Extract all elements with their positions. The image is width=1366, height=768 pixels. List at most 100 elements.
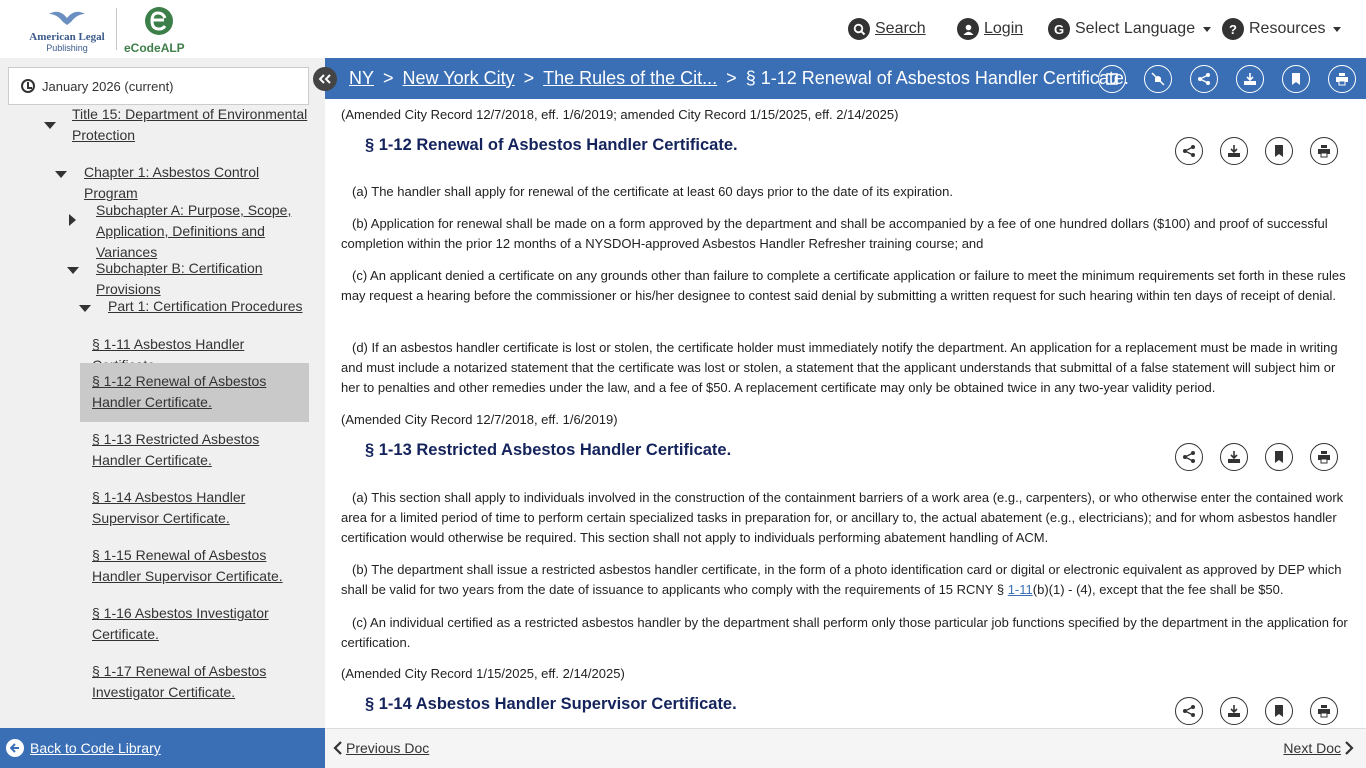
toc-item-1-15[interactable]: § 1-15 Renewal of Asbestos Handler Super… xyxy=(92,545,302,587)
section-print-button[interactable] xyxy=(1310,137,1338,165)
toc-item-label[interactable]: § 1-12 Renewal of Asbestos Handler Certi… xyxy=(92,373,266,410)
back-to-library-bar[interactable]: Back to Code Library xyxy=(0,728,325,768)
version-label: January 2026 (current) xyxy=(42,78,174,94)
search-label[interactable]: Search xyxy=(875,20,926,38)
chevron-down-icon xyxy=(1203,26,1212,32)
toc-item-label[interactable]: Subchapter A: Purpose, Scope, Applicatio… xyxy=(96,202,291,260)
expand-caret-icon[interactable] xyxy=(44,122,56,129)
notes-icon xyxy=(1106,73,1118,85)
section-bookmark-button[interactable] xyxy=(1265,137,1293,165)
mute-notifications-button[interactable] xyxy=(1144,65,1172,93)
share-icon xyxy=(1183,145,1195,157)
print-icon xyxy=(1318,451,1330,464)
section-print-button[interactable] xyxy=(1310,443,1338,471)
collapse-sidebar-button[interactable] xyxy=(313,67,337,91)
toc-item-1-12[interactable]: § 1-12 Renewal of Asbestos Handler Certi… xyxy=(92,371,302,413)
login-link[interactable]: Login xyxy=(957,14,1023,44)
toc-item-subchapter-a[interactable]: Subchapter A: Purpose, Scope, Applicatio… xyxy=(96,200,311,263)
help-icon: ? xyxy=(1222,18,1244,40)
section-toolbar xyxy=(1175,697,1355,725)
section-bookmark-button[interactable] xyxy=(1265,443,1293,471)
section-download-button[interactable] xyxy=(1220,443,1248,471)
paragraph-text-tail: (b)(1) - (4), except that the fee shall … xyxy=(1032,582,1284,597)
expand-caret-icon[interactable] xyxy=(79,305,91,312)
toc-item-label[interactable]: § 1-15 Renewal of Asbestos Handler Super… xyxy=(92,547,283,584)
bookmark-button[interactable] xyxy=(1282,65,1310,93)
share-button[interactable] xyxy=(1190,65,1218,93)
section-download-button[interactable] xyxy=(1220,697,1248,725)
toc-item-subchapter-b[interactable]: Subchapter B: Certification Provisions xyxy=(96,258,311,300)
download-icon xyxy=(1228,705,1240,717)
next-doc-button[interactable]: Next Doc xyxy=(1283,740,1354,756)
download-icon xyxy=(1244,73,1256,85)
download-icon xyxy=(1228,145,1240,157)
bookmark-icon xyxy=(1275,705,1283,717)
toc-item-label[interactable]: Part 1: Certification Procedures xyxy=(108,298,303,314)
next-doc-link[interactable]: Next Doc xyxy=(1283,740,1341,756)
download-button[interactable] xyxy=(1236,65,1264,93)
login-label[interactable]: Login xyxy=(984,20,1023,38)
section-title-1-14: § 1-14 Asbestos Handler Supervisor Certi… xyxy=(365,695,737,713)
breadcrumb: NY > New York City > The Rules of the Ci… xyxy=(325,58,1366,99)
toc-item-title-15[interactable]: Title 15: Department of Environmental Pr… xyxy=(72,104,312,146)
expand-caret-icon[interactable] xyxy=(67,267,79,274)
toc-item-label[interactable]: Subchapter B: Certification Provisions xyxy=(96,260,263,297)
section-share-button[interactable] xyxy=(1175,137,1203,165)
toc-item-label[interactable]: § 1-16 Asbestos Investigator Certificate… xyxy=(92,605,269,642)
history-note: (Amended City Record 12/7/2018, eff. 1/6… xyxy=(341,412,618,427)
ecode-logo[interactable]: eCodeALP xyxy=(124,6,194,55)
section-title-1-12: § 1-12 Renewal of Asbestos Handler Certi… xyxy=(365,136,738,154)
section-link-1-11[interactable]: 1-11 xyxy=(1008,582,1033,597)
section-title-1-13: § 1-13 Restricted Asbestos Handler Certi… xyxy=(365,441,732,459)
toc-item-part-1[interactable]: Part 1: Certification Procedures xyxy=(108,296,313,317)
share-icon xyxy=(1183,451,1195,463)
search-link[interactable]: Search xyxy=(848,14,926,44)
toc-item-chapter-1[interactable]: Chapter 1: Asbestos Control Program xyxy=(84,162,314,204)
previous-doc-button[interactable]: Previous Doc xyxy=(333,740,429,756)
language-dropdown[interactable]: G Select Language xyxy=(1048,14,1212,44)
section-download-button[interactable] xyxy=(1220,137,1248,165)
breadcrumb-rules[interactable]: The Rules of the Cit... xyxy=(543,68,717,89)
print-icon xyxy=(1318,705,1330,718)
breadcrumb-ny[interactable]: NY xyxy=(349,68,374,89)
search-icon xyxy=(848,18,870,40)
ecode-suffix: ALP xyxy=(160,41,185,55)
previous-doc-link[interactable]: Previous Doc xyxy=(346,740,429,756)
share-icon xyxy=(1183,705,1195,717)
section-share-button[interactable] xyxy=(1175,697,1203,725)
breadcrumb-separator: > xyxy=(383,68,394,88)
resources-dropdown[interactable]: ? Resources xyxy=(1222,14,1342,44)
print-button[interactable] xyxy=(1328,65,1356,93)
american-legal-logo[interactable]: American Legal Publishing xyxy=(26,8,108,53)
paragraph-text: (a) The handler shall apply for renewal … xyxy=(352,184,953,199)
toc-item-1-14[interactable]: § 1-14 Asbestos Handler Supervisor Certi… xyxy=(92,487,302,529)
logo-line2: Publishing xyxy=(46,43,88,53)
bookmark-icon xyxy=(1275,451,1283,463)
language-label: Select Language xyxy=(1075,20,1196,37)
toc-item-1-16[interactable]: § 1-16 Asbestos Investigator Certificate… xyxy=(92,603,302,645)
toc-item-label[interactable]: Title 15: Department of Environmental Pr… xyxy=(72,106,307,143)
toc-item-1-13[interactable]: § 1-13 Restricted Asbestos Handler Certi… xyxy=(92,429,302,471)
section-toolbar xyxy=(1175,443,1355,471)
section-share-button[interactable] xyxy=(1175,443,1203,471)
eagle-icon xyxy=(49,11,85,25)
expand-caret-icon[interactable] xyxy=(55,171,67,178)
toc-item-label[interactable]: § 1-14 Asbestos Handler Supervisor Certi… xyxy=(92,489,245,526)
share-icon xyxy=(1198,73,1210,85)
version-selector[interactable]: January 2026 (current) xyxy=(8,67,309,105)
toc-item-label[interactable]: § 1-13 Restricted Asbestos Handler Certi… xyxy=(92,431,259,468)
paragraph-b: (b) The department shall issue a restric… xyxy=(341,560,1351,600)
section-print-button[interactable] xyxy=(1310,697,1338,725)
collapsed-caret-icon[interactable] xyxy=(69,214,76,226)
breadcrumb-separator: > xyxy=(726,68,737,88)
breadcrumb-nyc[interactable]: New York City xyxy=(403,68,515,89)
ecode-e-icon xyxy=(145,7,173,35)
toc-item-label[interactable]: § 1-17 Renewal of Asbestos Investigator … xyxy=(92,663,266,700)
toc-item-1-17[interactable]: § 1-17 Renewal of Asbestos Investigator … xyxy=(92,661,302,703)
section-bookmark-button[interactable] xyxy=(1265,697,1293,725)
notes-button[interactable] xyxy=(1098,65,1126,93)
logo-line1: American Legal xyxy=(29,31,105,43)
site-header: American Legal Publishing eCodeALP Searc… xyxy=(0,0,1366,58)
back-to-library-link[interactable]: Back to Code Library xyxy=(30,740,161,756)
toc-item-label[interactable]: Chapter 1: Asbestos Control Program xyxy=(84,164,259,201)
